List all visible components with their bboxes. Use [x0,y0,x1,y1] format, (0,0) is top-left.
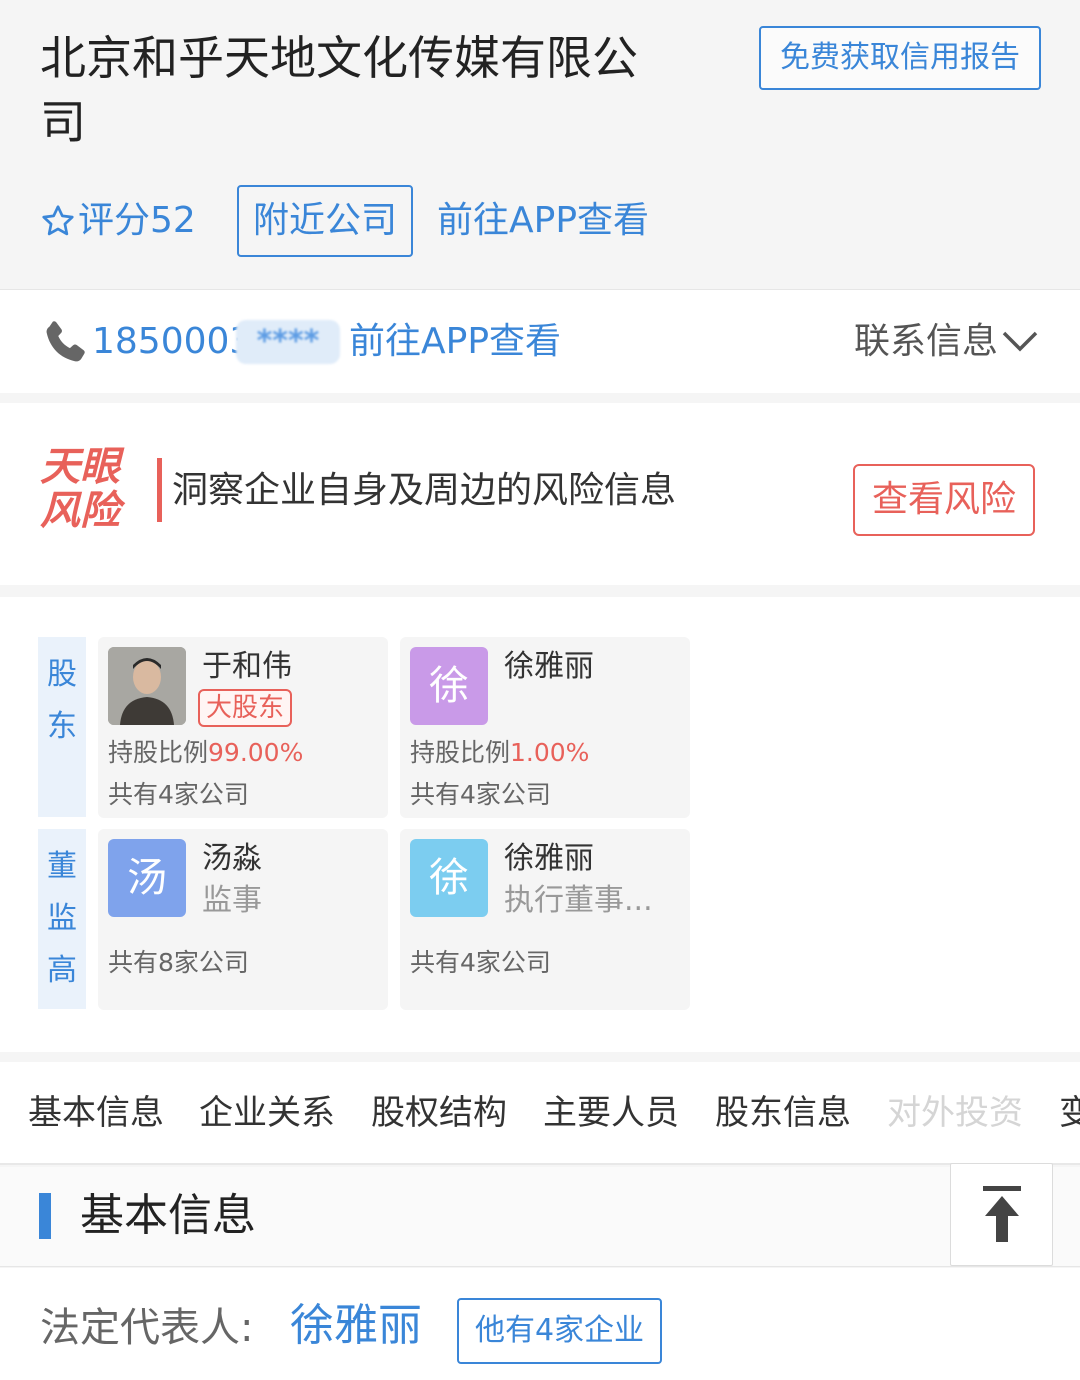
company-count: 共有4家公司 [410,948,551,977]
tag-char: 股 [47,657,77,692]
tianyan-risk-logo: 天眼 风险 [40,445,134,539]
company-count: 共有8家公司 [108,948,249,977]
basic-info-header: 基本信息 [0,1167,1080,1267]
ratio-value: 1.00% [510,738,590,767]
tag-char: 监 [47,901,77,936]
ratio-value: 99.00% [208,738,304,767]
contact-info-toggle[interactable]: 联系信息 [854,316,1040,368]
people-section: 股 东 于和伟 大股东 持股比例99.00% 共有4家公司 徐 徐雅丽 持股比例… [0,597,1080,1052]
major-shareholder-badge: 大股东 [198,689,293,727]
legal-rep-label: 法定代表人: [40,1305,254,1351]
ratio-label: 持股比例 [410,738,511,767]
avatar: 徐 [410,647,488,725]
company-count: 共有4家公司 [410,780,551,809]
person-role: 监事 [202,883,262,918]
shareholder-card[interactable]: 徐 徐雅丽 持股比例1.00% 共有4家公司 [400,637,690,818]
person-name: 徐雅丽 [504,841,594,876]
arrow-up-icon [983,1186,1021,1242]
phone-row: 1850003 **** 前往APP查看 联系信息 [0,289,1080,393]
tab-investments[interactable]: 对外投资 [887,1090,1023,1136]
score-link[interactable]: 评分52 [40,196,196,246]
shareholders-tag: 股 东 [38,637,86,817]
person-role: 执行董事... [504,883,653,918]
open-app-link[interactable]: 前往APP查看 [437,196,649,246]
open-app-link-phone[interactable]: 前往APP查看 [349,316,561,368]
legal-rep-name[interactable]: 徐雅丽 [290,1296,422,1356]
phone-number: 1850003 [92,321,253,362]
tag-char: 高 [47,953,77,988]
tag-char: 董 [47,849,77,884]
tab-key-personnel[interactable]: 主要人员 [543,1090,679,1136]
section-tabs: 基本信息 企业关系 股权结构 主要人员 股东信息 对外投资 变 [0,1062,1080,1165]
tab-basic-info[interactable]: 基本信息 [28,1090,164,1136]
risk-logo-line1: 天眼 [40,443,120,490]
section-title: 基本信息 [80,1190,256,1241]
legal-rep-companies-button[interactable]: 他有4家企业 [457,1298,662,1364]
risk-divider [157,458,162,522]
person-photo-icon [108,647,186,725]
nearby-companies-button[interactable]: 附近公司 [237,185,413,257]
share-ratio: 持股比例1.00% [410,735,589,771]
view-risk-button[interactable]: 查看风险 [853,464,1035,536]
shareholder-card[interactable]: 于和伟 大股东 持股比例99.00% 共有4家公司 [98,637,388,818]
phone-icon [46,321,85,362]
tab-changes[interactable]: 变 [1059,1090,1080,1136]
back-to-top-button[interactable] [950,1163,1053,1266]
executives-tag: 董 监 高 [38,829,86,1009]
executive-card[interactable]: 徐 徐雅丽 执行董事... 共有4家公司 [400,829,690,1010]
section-accent-bar [39,1193,51,1239]
share-ratio: 持股比例99.00% [108,735,303,771]
risk-description: 洞察企业自身及周边的风险信息 [172,470,677,511]
legal-representative-row: 法定代表人: 徐雅丽 他有4家企业 [0,1268,1080,1380]
tab-shareholder-info[interactable]: 股东信息 [715,1090,851,1136]
avatar: 徐 [410,839,488,917]
ratio-label: 持股比例 [108,738,209,767]
credit-report-button[interactable]: 免费获取信用报告 [759,26,1041,90]
person-name: 于和伟 [202,649,292,684]
chevron-down-icon [1002,331,1038,352]
avatar [108,647,186,725]
risk-logo-line2: 风险 [40,487,120,534]
company-count: 共有4家公司 [108,780,249,809]
avatar: 汤 [108,839,186,917]
star-icon [42,205,74,236]
person-name: 汤淼 [202,841,262,876]
risk-banner: 天眼 风险 洞察企业自身及周边的风险信息 查看风险 [0,403,1080,585]
tab-company-relations[interactable]: 企业关系 [199,1090,335,1136]
company-name: 北京和乎天地文化传媒有限公司 [40,31,638,149]
score-label: 评分52 [78,200,196,241]
company-header: 北京和乎天地文化传媒有限公司 免费获取信用报告 评分52 附近公司 前往APP查… [0,0,1080,286]
tag-char: 东 [47,709,77,744]
executive-card[interactable]: 汤 汤淼 监事 共有8家公司 [98,829,388,1010]
phone-mask: **** [236,320,340,364]
person-name: 徐雅丽 [504,649,594,684]
contact-info-label: 联系信息 [854,321,999,362]
tab-equity-structure[interactable]: 股权结构 [371,1090,507,1136]
